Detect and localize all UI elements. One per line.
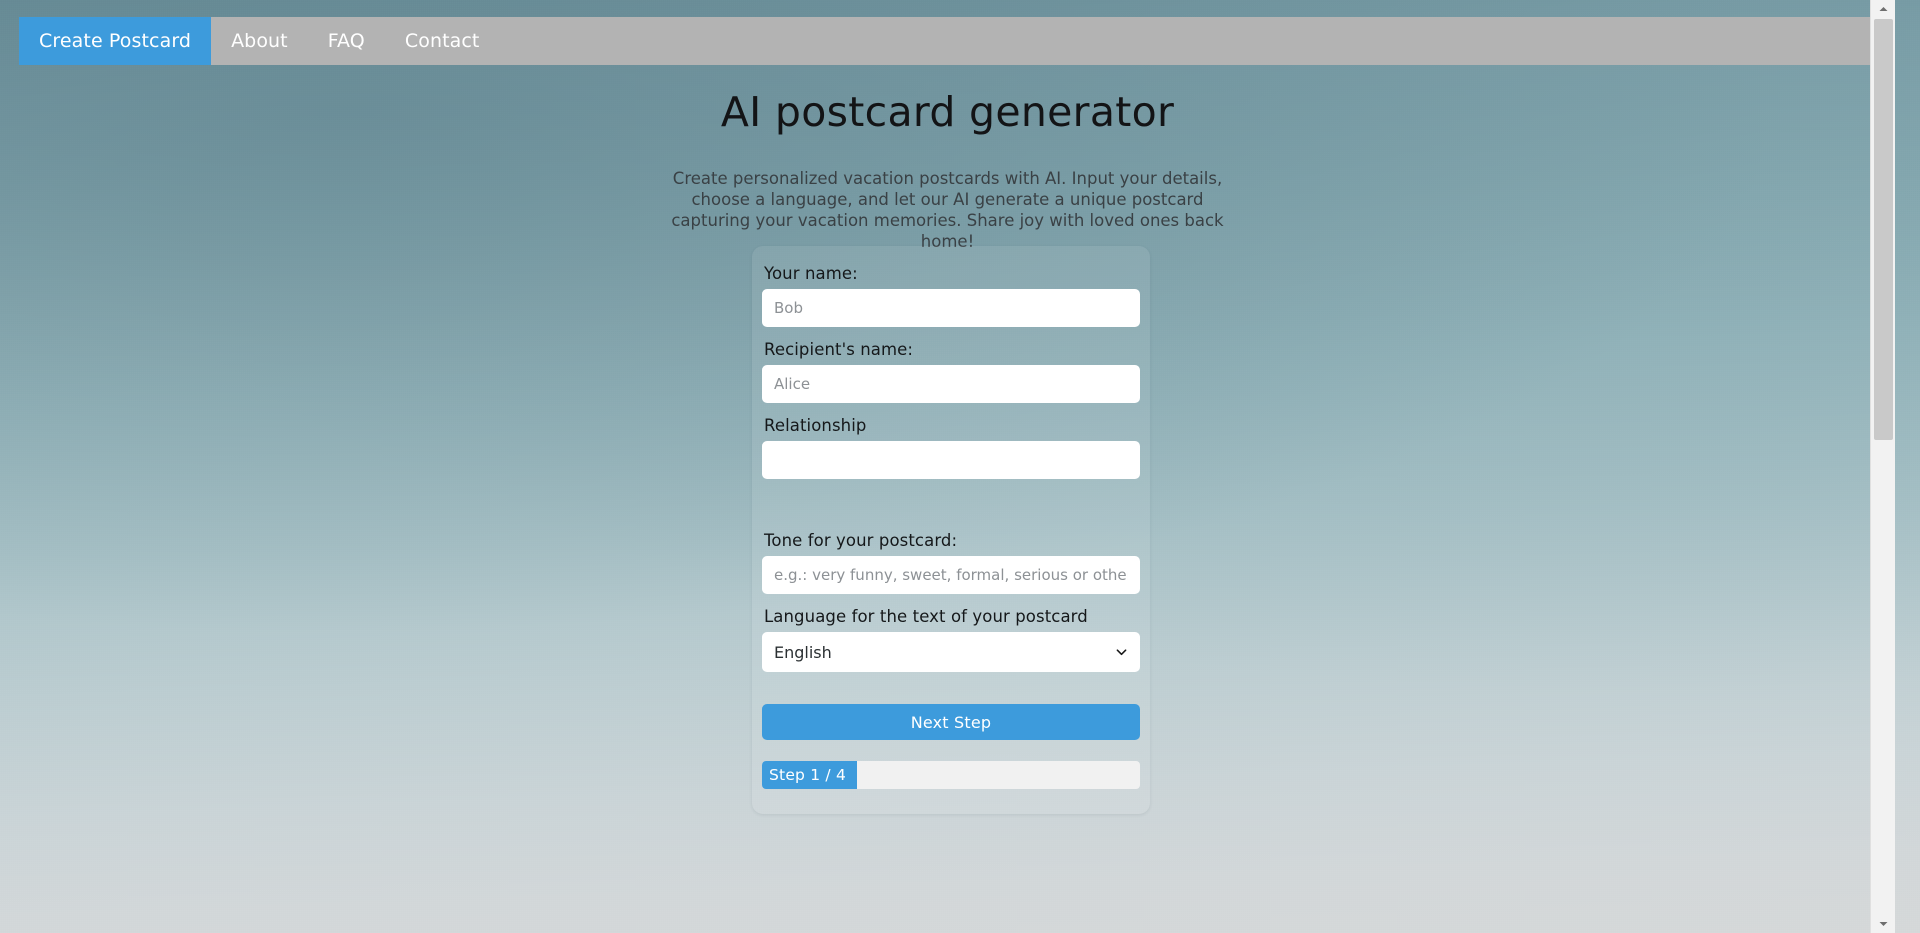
page-subtitle: Create personalized vacation postcards w… — [671, 169, 1224, 251]
language-select[interactable]: English — [762, 632, 1140, 672]
nav-item-about[interactable]: About — [211, 17, 308, 65]
nav-item-label: About — [231, 30, 288, 52]
next-step-button[interactable]: Next Step — [762, 704, 1140, 740]
page-title: AI postcard generator — [720, 88, 1175, 136]
postcard-form-card: Your name: Recipient's name: Relationshi… — [752, 246, 1150, 814]
field-relationship: Relationship — [762, 416, 1140, 479]
language-label: Language for the text of your postcard — [764, 607, 1088, 626]
app-page: Create Postcard About FAQ Contact AI pos… — [0, 0, 1895, 933]
main-navbar: Create Postcard About FAQ Contact — [19, 17, 1871, 65]
scrollbar-thumb[interactable] — [1874, 19, 1893, 440]
field-recipient-name: Recipient's name: — [762, 340, 1140, 403]
vertical-scrollbar[interactable] — [1870, 0, 1895, 933]
nav-item-label: FAQ — [327, 30, 365, 52]
field-your-name: Your name: — [762, 264, 1140, 327]
field-language: Language for the text of your postcard E… — [762, 607, 1140, 672]
language-select-wrap: English — [762, 632, 1140, 672]
relationship-input[interactable] — [762, 441, 1140, 479]
nav-item-label: Contact — [404, 30, 480, 52]
scroll-up-button[interactable] — [1871, 0, 1895, 18]
step-progress-fill: Step 1 / 4 — [762, 761, 857, 789]
language-selected-value: English — [774, 642, 832, 662]
scroll-down-arrow-icon — [1879, 922, 1888, 926]
relationship-label: Relationship — [764, 416, 867, 435]
step-progress-label: Step 1 / 4 — [769, 766, 847, 784]
scroll-down-button[interactable] — [1871, 915, 1895, 933]
postcard-form: Your name: Recipient's name: Relationshi… — [762, 264, 1140, 789]
your-name-input[interactable] — [762, 289, 1140, 327]
nav-item-label: Create Postcard — [39, 30, 192, 52]
recipient-name-label: Recipient's name: — [764, 340, 914, 359]
scroll-up-arrow-icon — [1879, 7, 1888, 11]
step-progress-bar: Step 1 / 4 — [762, 761, 1140, 789]
nav-item-faq[interactable]: FAQ — [308, 17, 385, 65]
your-name-label: Your name: — [764, 264, 858, 283]
tone-input[interactable] — [762, 556, 1140, 594]
nav-item-create-postcard[interactable]: Create Postcard — [19, 17, 212, 65]
tone-label: Tone for your postcard: — [764, 531, 958, 550]
nav-item-contact[interactable]: Contact — [385, 17, 500, 65]
field-tone: Tone for your postcard: — [762, 531, 1140, 594]
recipient-name-input[interactable] — [762, 365, 1140, 403]
